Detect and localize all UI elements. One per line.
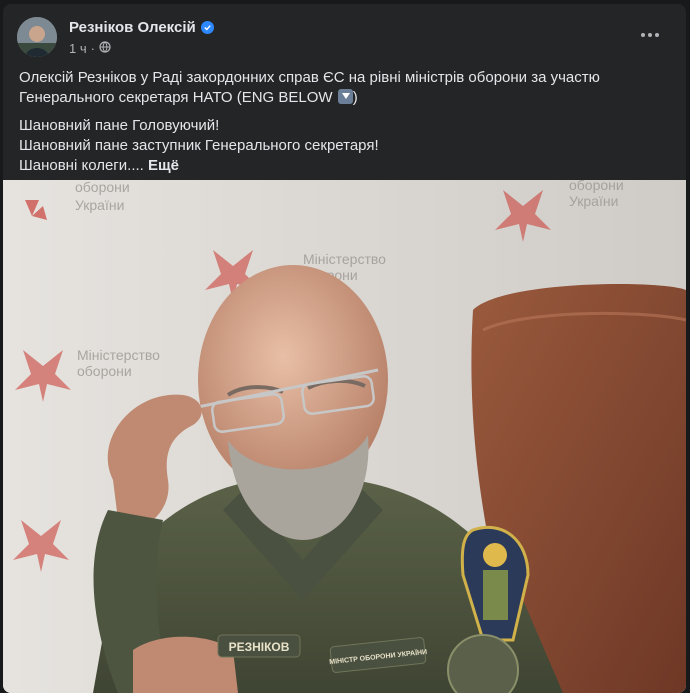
- backdrop-text-line: оборони: [75, 180, 130, 195]
- author-avatar[interactable]: [17, 17, 57, 57]
- backdrop-text-line: оборони: [569, 180, 624, 193]
- post-text-line-4: Шановні колеги.... Ещё: [19, 157, 180, 174]
- post-card: Резніков Олексій 1 ч · Олексій Резніков …: [3, 4, 686, 693]
- name-tag: РЕЗНІКОВ: [217, 634, 301, 658]
- author-name-text[interactable]: Резніков Олексій: [69, 19, 196, 36]
- more-options-icon[interactable]: [636, 24, 664, 46]
- post-header: Резніков Олексій 1 ч ·: [3, 4, 686, 66]
- see-more-link[interactable]: Ещё: [148, 157, 179, 174]
- avatar-image: [17, 17, 57, 57]
- meta-separator: ·: [90, 41, 95, 56]
- backdrop-text-line: оборони: [77, 363, 132, 379]
- post-photo[interactable]: оборони України оборони України Міністер…: [3, 180, 686, 693]
- photo-scene: оборони України оборони України Міністер…: [3, 180, 686, 693]
- post-meta: 1 ч ·: [69, 41, 111, 56]
- backdrop-text-line: України: [75, 197, 124, 213]
- globe-icon[interactable]: [99, 41, 111, 56]
- author-name[interactable]: Резніков Олексій: [69, 19, 214, 36]
- down-arrow-emoji-icon: [337, 89, 353, 104]
- verified-badge-icon: [200, 21, 214, 34]
- post-text-line-1: Олексій Резніков у Раді закордонних спра…: [19, 69, 600, 106]
- post-time[interactable]: 1 ч: [69, 41, 87, 56]
- backdrop-text-line: України: [569, 193, 618, 209]
- post-text: Олексій Резніков у Раді закордонних спра…: [19, 68, 671, 176]
- name-tag-text: РЕЗНІКОВ: [229, 640, 290, 654]
- post-text-line-2: Шановний пане Головуючий!: [19, 117, 220, 134]
- backdrop-text-line: Міністерство: [303, 251, 386, 267]
- post-text-line-3: Шановний пане заступник Генерального сек…: [19, 137, 379, 154]
- backdrop-text-line: Міністерство: [77, 347, 160, 363]
